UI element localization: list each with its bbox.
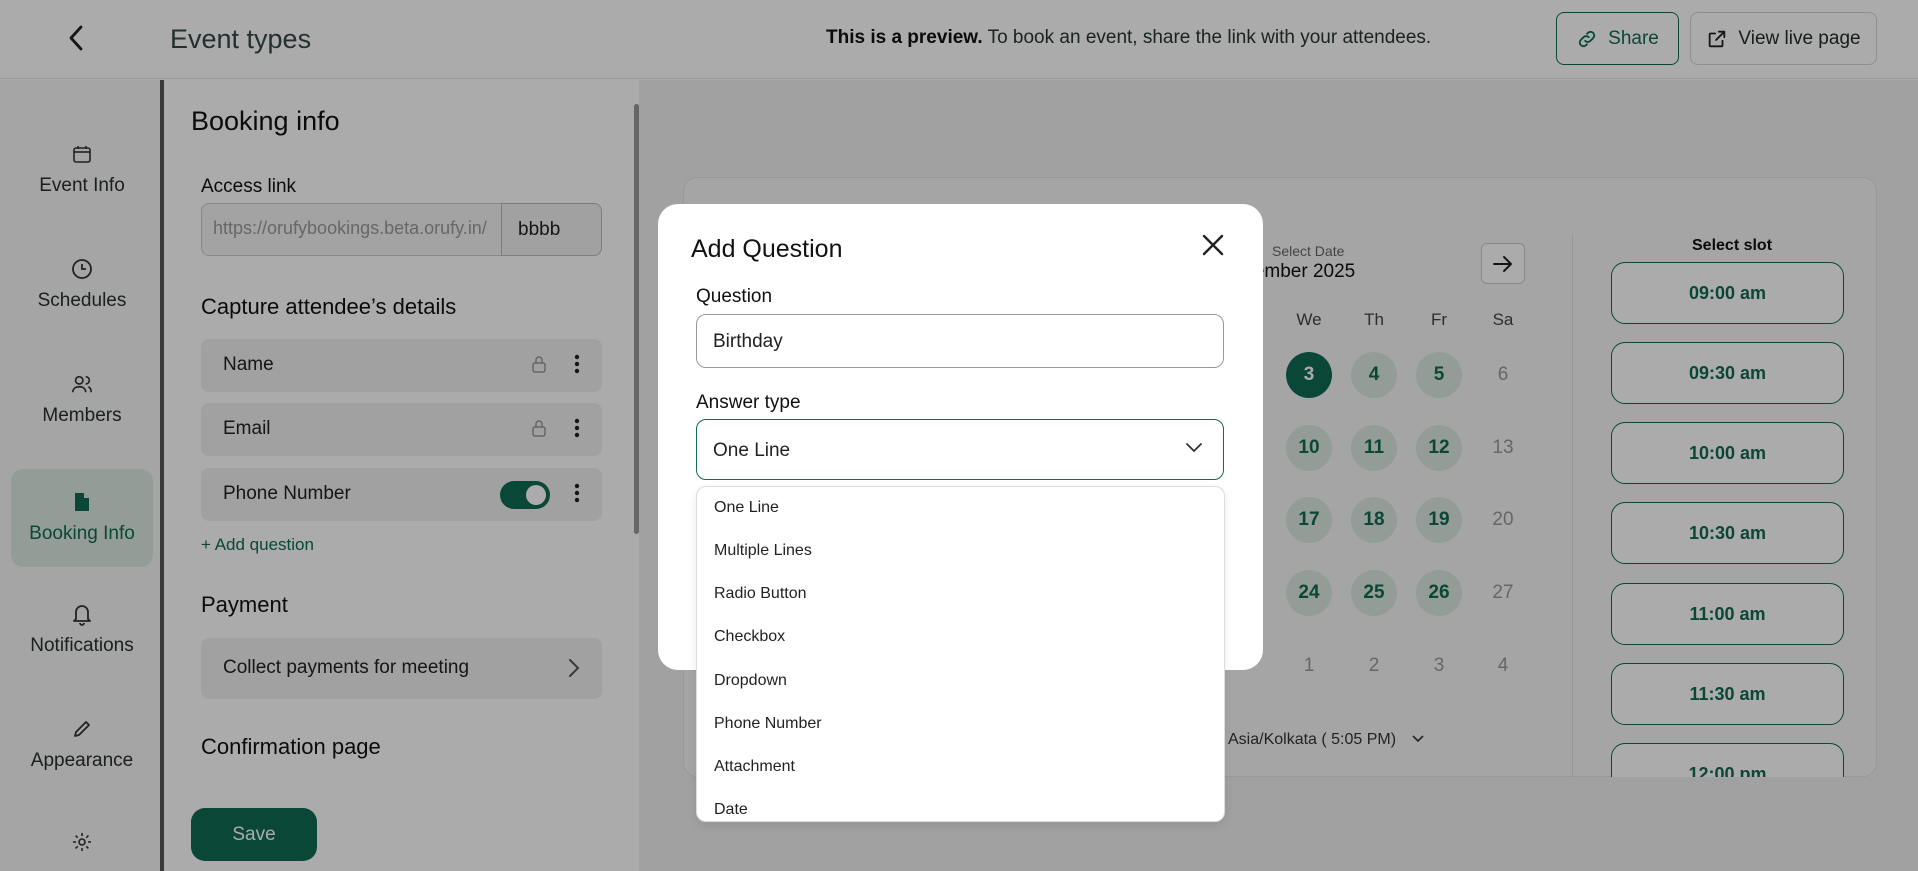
dropdown-option[interactable]: Radio Button [714, 585, 807, 603]
dropdown-option[interactable]: One Line [714, 499, 779, 517]
close-icon [1202, 234, 1224, 256]
dropdown-option[interactable]: Attachment [714, 758, 795, 776]
dropdown-option[interactable]: Multiple Lines [714, 542, 812, 560]
question-input[interactable]: Birthday [696, 314, 1224, 368]
close-button[interactable] [1195, 227, 1231, 263]
answer-type-dropdown: One Line Multiple Lines Radio Button Che… [696, 486, 1225, 822]
dropdown-option[interactable]: Dropdown [714, 672, 787, 690]
dropdown-option[interactable]: Phone Number [714, 715, 822, 733]
chevron-down-icon [1186, 443, 1202, 453]
app-root: Event types This is a preview. To book a… [0, 0, 1918, 871]
answer-type-label: Answer type [696, 392, 801, 413]
dropdown-option[interactable]: Checkbox [714, 628, 785, 646]
modal-title: Add Question [691, 235, 843, 263]
question-label: Question [696, 286, 773, 307]
answer-type-value: One Line [713, 440, 791, 461]
answer-type-select[interactable]: One Line [696, 419, 1224, 480]
dropdown-option[interactable]: Date [714, 801, 748, 819]
